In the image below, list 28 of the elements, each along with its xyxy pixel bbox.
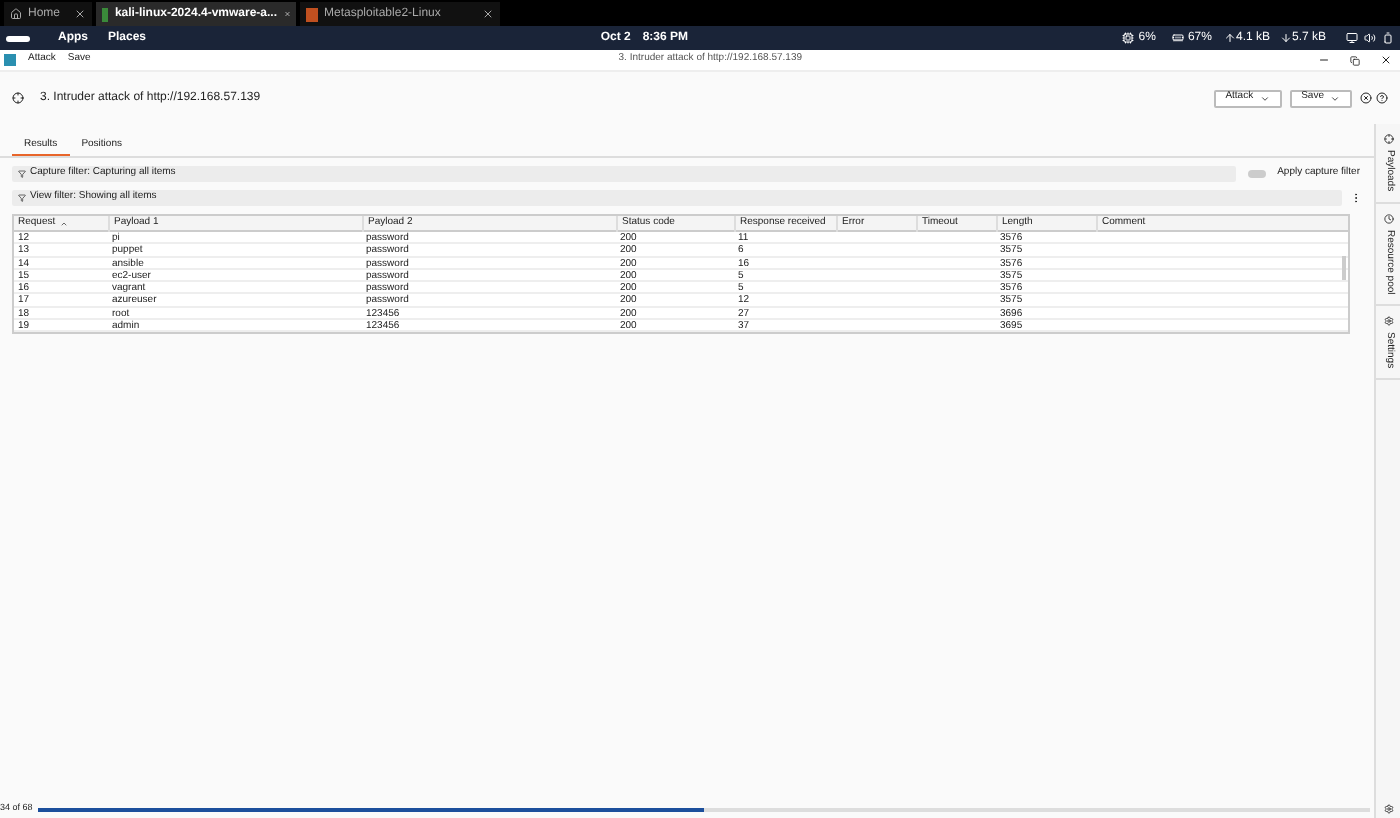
toggle-switch[interactable] (1247, 170, 1266, 178)
settings-icon (1383, 315, 1393, 326)
clock-icon (1383, 213, 1393, 224)
app-logo-icon (4, 54, 16, 66)
settings-icon[interactable] (1383, 804, 1393, 814)
target-icon (12, 92, 24, 104)
download-icon (1280, 32, 1292, 44)
caret-icon (1259, 93, 1270, 103)
close-icon[interactable] (1380, 54, 1392, 66)
battery-icon[interactable] (1382, 32, 1395, 44)
close-icon[interactable] (74, 8, 86, 20)
restore-icon[interactable] (1350, 55, 1360, 65)
scrollbar[interactable] (1342, 256, 1346, 280)
close-icon[interactable] (1360, 92, 1372, 104)
cpu-icon (1122, 32, 1135, 44)
monitor-icon[interactable] (1346, 32, 1359, 44)
minimize-icon[interactable] (1318, 54, 1330, 66)
help-icon[interactable] (1376, 92, 1388, 104)
filter-icon (18, 170, 26, 178)
target-icon (1383, 134, 1393, 144)
filter-icon (18, 194, 26, 202)
volume-icon[interactable] (1364, 32, 1377, 44)
upload-icon (1223, 32, 1236, 44)
home-icon (10, 8, 22, 20)
caret-icon (1330, 93, 1340, 103)
activities-icon[interactable] (6, 35, 30, 41)
memory-icon (1171, 32, 1184, 44)
close-icon[interactable] (482, 8, 494, 20)
